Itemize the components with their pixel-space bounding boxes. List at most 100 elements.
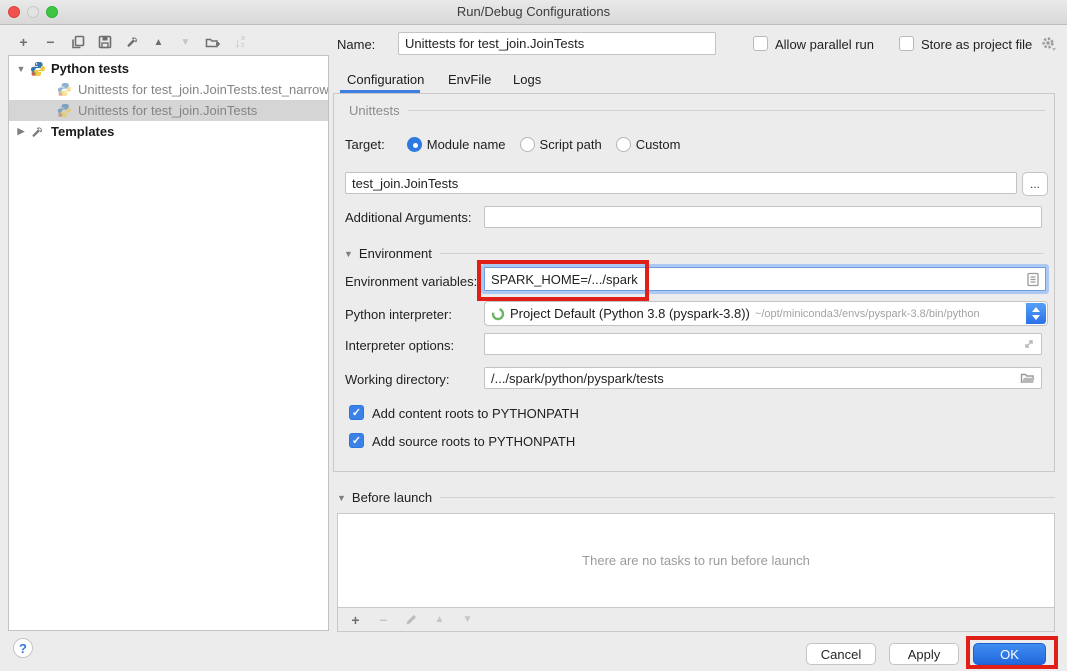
name-value: Unittests for test_join.JoinTests — [405, 36, 584, 51]
empty-tasks-message: There are no tasks to run before launch — [582, 553, 810, 568]
unittests-group-label: Unittests — [349, 103, 400, 118]
tree-node-label: Templates — [51, 124, 114, 139]
store-as-project-file-label: Store as project file — [921, 37, 1032, 52]
group-divider — [440, 253, 1044, 254]
check-icon: ✓ — [352, 434, 361, 447]
environment-variables-label: Environment variables: — [345, 274, 477, 289]
python-interpreter-select[interactable]: Project Default (Python 3.8 (pyspark-3.8… — [484, 301, 1048, 326]
environment-group-header[interactable]: ▼ Environment — [344, 246, 1044, 261]
edit-task-button — [404, 612, 419, 627]
add-content-roots-checkbox[interactable]: ✓ — [349, 405, 364, 420]
collapse-arrow-icon[interactable]: ▼ — [344, 249, 353, 259]
collapse-arrow-icon[interactable]: ▼ — [337, 493, 346, 503]
ellipsis-icon: ... — [1030, 177, 1040, 191]
radio-icon[interactable] — [616, 137, 631, 152]
working-directory-value: /.../spark/python/pyspark/tests — [491, 371, 664, 386]
run-debug-configurations-dialog: Run/Debug Configurations + − ▲ ▼ ↓ az ▼ — [0, 0, 1067, 671]
save-icon — [98, 35, 112, 49]
add-content-roots-label: Add content roots to PYTHONPATH — [372, 406, 579, 421]
tab-configuration[interactable]: Configuration — [347, 72, 424, 87]
additional-arguments-input[interactable] — [484, 206, 1042, 228]
target-row: Target: Module name Script path Custom — [345, 137, 680, 152]
name-label: Name: — [337, 37, 375, 52]
help-button[interactable]: ? — [13, 638, 33, 658]
move-up-button[interactable]: ▲ — [151, 35, 166, 50]
sort-configurations-button: ↓ az — [232, 35, 247, 50]
triangle-down-icon: ▼ — [181, 37, 191, 48]
expand-arrow-icon — [1023, 338, 1035, 350]
target-input[interactable]: test_join.JoinTests — [345, 172, 1017, 194]
combo-stepper-icon[interactable] — [1026, 303, 1046, 324]
target-option-custom[interactable]: Custom — [616, 137, 681, 152]
environment-variables-input[interactable]: SPARK_HOME=/.../spark — [484, 267, 1046, 291]
radio-icon[interactable] — [520, 137, 535, 152]
collapse-arrow-icon[interactable]: ▼ — [15, 64, 27, 74]
close-window-button[interactable] — [8, 6, 20, 18]
group-divider — [440, 497, 1055, 498]
create-folder-button[interactable] — [205, 35, 220, 50]
radio-selected-icon[interactable] — [407, 137, 422, 152]
wrench-icon — [125, 35, 139, 49]
before-launch-task-list[interactable]: There are no tasks to run before launch — [337, 513, 1055, 608]
cancel-button[interactable]: Cancel — [806, 643, 876, 665]
triangle-up-icon: ▲ — [435, 614, 445, 625]
ok-button[interactable]: OK — [973, 643, 1046, 665]
templates-wrench-icon — [30, 125, 46, 139]
before-launch-label: Before launch — [352, 490, 432, 505]
plus-icon: + — [351, 612, 359, 628]
question-mark-icon: ? — [19, 641, 27, 656]
add-source-roots-checkbox[interactable]: ✓ — [349, 433, 364, 448]
expand-field-button[interactable] — [1023, 338, 1035, 350]
interpreter-options-input[interactable] — [484, 333, 1042, 355]
target-label: Target: — [345, 137, 385, 152]
tab-envfile[interactable]: EnvFile — [448, 72, 491, 87]
tab-logs[interactable]: Logs — [513, 72, 541, 87]
store-as-project-file-checkbox[interactable] — [899, 36, 914, 51]
name-input[interactable]: Unittests for test_join.JoinTests — [398, 32, 716, 55]
tree-node-python-tests[interactable]: ▼ Python tests — [9, 58, 328, 79]
remove-configuration-button[interactable]: − — [43, 35, 58, 50]
save-configuration-button[interactable] — [97, 35, 112, 50]
target-value: test_join.JoinTests — [352, 176, 458, 191]
python-test-config-icon — [57, 82, 73, 97]
add-configuration-button[interactable]: + — [16, 35, 31, 50]
copy-configuration-button[interactable] — [70, 35, 85, 50]
triangle-up-icon: ▲ — [154, 37, 164, 48]
zoom-window-button[interactable] — [46, 6, 58, 18]
apply-button[interactable]: Apply — [889, 643, 959, 665]
expand-arrow-icon[interactable]: ▶ — [15, 126, 27, 137]
move-task-down-button: ▼ — [460, 612, 475, 627]
title-bar: Run/Debug Configurations — [0, 0, 1067, 25]
configurations-tree: ▼ Python tests Unittests for test_join.J… — [8, 55, 329, 631]
new-folder-icon — [205, 35, 220, 49]
check-icon: ✓ — [352, 406, 361, 419]
environment-group-label: Environment — [359, 246, 432, 261]
python-tests-icon — [30, 61, 46, 77]
minus-icon: − — [46, 34, 54, 50]
tree-node-unittest-narrow[interactable]: Unittests for test_join.JoinTests.test_n… — [9, 79, 328, 100]
remove-task-button: − — [376, 612, 391, 627]
project-file-settings-button[interactable] — [1040, 35, 1057, 57]
tree-node-templates[interactable]: ▶ Templates — [9, 121, 328, 142]
before-launch-toolbar: + − ▲ ▼ — [337, 608, 1055, 632]
tree-node-unittest-jointests-selected[interactable]: Unittests for test_join.JoinTests — [9, 100, 328, 121]
group-divider — [408, 110, 1045, 111]
allow-parallel-run-checkbox[interactable] — [753, 36, 768, 51]
edit-templates-button[interactable] — [124, 35, 139, 50]
add-source-roots-label: Add source roots to PYTHONPATH — [372, 434, 575, 449]
working-directory-input[interactable]: /.../spark/python/pyspark/tests — [484, 367, 1042, 389]
additional-arguments-label: Additional Arguments: — [345, 210, 471, 225]
target-option-script-path[interactable]: Script path — [520, 137, 602, 152]
browse-directory-button[interactable] — [1020, 372, 1035, 385]
add-task-button[interactable]: + — [348, 612, 363, 627]
before-launch-header[interactable]: ▼ Before launch — [337, 490, 1055, 505]
window-title: Run/Debug Configurations — [0, 0, 1067, 24]
target-option-module-name[interactable]: Module name — [407, 137, 506, 152]
python-test-config-icon — [57, 103, 73, 118]
browse-target-button[interactable]: ... — [1022, 172, 1048, 196]
edit-environment-variables-button[interactable] — [1026, 272, 1040, 287]
minimize-window-button[interactable] — [27, 6, 39, 18]
tree-node-label: Python tests — [51, 61, 129, 76]
plus-icon: + — [19, 34, 27, 50]
python-interpreter-path: ~/opt/miniconda3/envs/pyspark-3.8/bin/py… — [755, 308, 980, 320]
